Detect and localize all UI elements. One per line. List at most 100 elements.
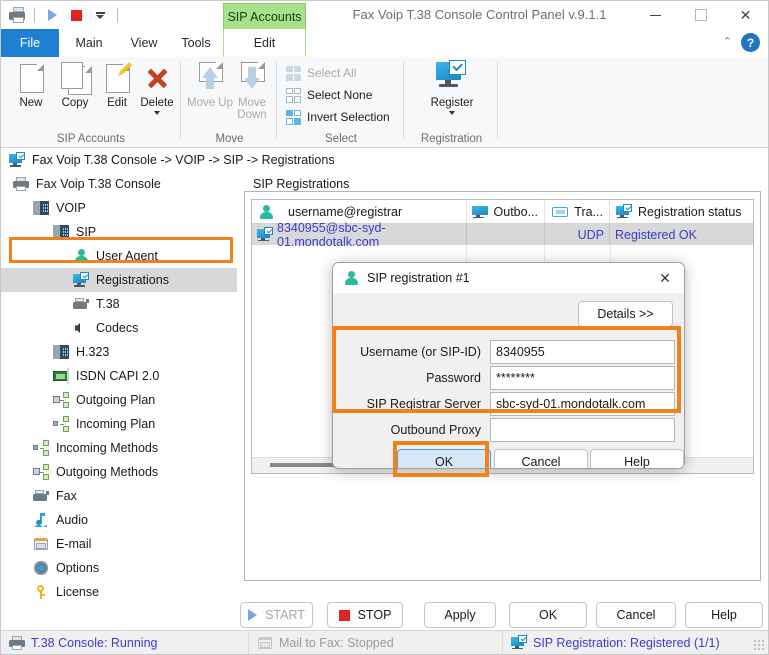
customize-icon[interactable]: [90, 5, 110, 25]
sip-registrations-title: SIP Registrations: [249, 177, 354, 191]
tree-item-isdn-capi[interactable]: ISDN CAPI 2.0: [1, 364, 237, 388]
tab-edit[interactable]: Edit: [223, 29, 306, 57]
tab-view[interactable]: View: [119, 29, 169, 57]
collapse-ribbon-icon[interactable]: ⌃: [723, 35, 732, 48]
field-row-username: Username (or SIP-ID) 8340955: [343, 339, 675, 365]
breadcrumb-text: Fax Voip T.38 Console -> VOIP -> SIP -> …: [32, 153, 335, 167]
delete-x-icon: [141, 62, 173, 94]
delete-dropdown-caret[interactable]: [154, 111, 160, 115]
tree-item-voip[interactable]: VOIP: [1, 196, 237, 220]
phone-icon: [33, 200, 49, 216]
copy-icon: [59, 62, 92, 95]
table-row[interactable]: 8340955@sbc-syd-01.mondotalk.com UDP Reg…: [252, 221, 753, 249]
register-monitor-icon: [436, 60, 468, 94]
register-dropdown-caret[interactable]: [449, 111, 455, 115]
user-icon: [258, 204, 274, 220]
ribbon-move-up-button[interactable]: Move Up: [186, 62, 234, 126]
select-all-icon: [286, 65, 301, 81]
tab-file[interactable]: File: [1, 29, 59, 57]
details-button[interactable]: Details >>: [578, 301, 673, 327]
tree-item-audio[interactable]: Audio: [1, 508, 237, 532]
ribbon-delete-button[interactable]: Delete: [131, 62, 183, 126]
password-field[interactable]: ********: [490, 366, 675, 390]
quick-access-toolbar: [7, 4, 121, 26]
tree-item-h323[interactable]: H.323: [1, 340, 237, 364]
column-header-registration-status[interactable]: Registration status: [610, 200, 753, 223]
ribbon-register-button[interactable]: Register: [423, 60, 481, 126]
tree-item-t38[interactable]: T.38: [1, 292, 237, 316]
resize-grip[interactable]: [753, 639, 765, 651]
outbound-proxy-label: Outbound Proxy: [390, 423, 481, 437]
printer-icon: [13, 176, 29, 192]
dialog-title: SIP registration #1: [367, 271, 470, 285]
arrow-down-icon: [236, 62, 268, 94]
phone-icon: [53, 344, 69, 360]
contextual-tab-group-sip-accounts[interactable]: SIP Accounts: [223, 3, 306, 30]
stop-icon[interactable]: [66, 5, 86, 25]
dialog-title-bar: SIP registration #1 ✕: [333, 263, 684, 293]
application-window: SIP Accounts Fax Voip T.38 Console Contr…: [0, 0, 769, 655]
user-icon: [343, 270, 359, 286]
tree-item-incoming-methods[interactable]: Incoming Methods: [1, 436, 237, 460]
close-icon[interactable]: ✕: [723, 1, 768, 29]
cancel-button[interactable]: Cancel: [596, 602, 676, 628]
ribbon-tab-strip: File Main View Tools Edit: [1, 29, 768, 58]
start-icon[interactable]: [42, 5, 62, 25]
ribbon-invert-selection-button[interactable]: Invert Selection: [286, 107, 390, 127]
outbound-proxy-field[interactable]: [490, 418, 675, 442]
minimize-button[interactable]: [633, 1, 678, 29]
column-header-outbound-proxy[interactable]: Outbo...: [467, 200, 545, 223]
tree-item-codecs[interactable]: Codecs: [1, 316, 237, 340]
arrow-up-icon: [194, 62, 226, 94]
status-console: T.38 Console: Running: [1, 631, 249, 654]
tree-item-outgoing-methods[interactable]: Outgoing Methods: [1, 460, 237, 484]
ribbon-group-label-registration: Registration: [420, 133, 483, 145]
cell-registration-status: Registered OK: [615, 227, 697, 242]
dialog-close-icon[interactable]: ✕: [652, 266, 678, 290]
new-page-icon: [15, 62, 47, 94]
help-button[interactable]: Help: [685, 602, 763, 628]
tree-item-fax-voip-console[interactable]: Fax Voip T.38 Console: [1, 172, 237, 196]
start-button[interactable]: START: [240, 602, 313, 628]
ribbon-select-all-button[interactable]: Select All: [286, 63, 356, 83]
tree-item-fax[interactable]: Fax: [1, 484, 237, 508]
gear-icon: [33, 560, 49, 576]
dialog-cancel-button[interactable]: Cancel: [494, 449, 588, 468]
qat-divider: [34, 8, 35, 22]
registrar-server-field[interactable]: sbc-syd-01.mondotalk.com: [490, 392, 675, 416]
ribbon-copy-button[interactable]: Copy: [51, 62, 99, 126]
ribbon-new-button[interactable]: New: [7, 62, 55, 126]
ribbon-move-down-button[interactable]: Move Down: [228, 62, 276, 126]
status-bar: T.38 Console: Running Mail to Fax: Stopp…: [1, 630, 768, 654]
dialog-body: Details >> Username (or SIP-ID) 8340955 …: [333, 293, 684, 468]
tree-item-registrations[interactable]: Registrations: [1, 268, 237, 292]
key-icon: [33, 584, 49, 600]
printer-icon[interactable]: [7, 5, 27, 25]
bottom-button-bar: START STOP Apply OK Cancel Help: [1, 599, 768, 632]
tab-tools[interactable]: Tools: [169, 29, 223, 57]
apply-button[interactable]: Apply: [424, 602, 496, 628]
username-field[interactable]: 8340955: [490, 340, 675, 364]
field-row-registrar-server: SIP Registrar Server sbc-syd-01.mondotal…: [343, 391, 675, 417]
ok-button[interactable]: OK: [509, 602, 587, 628]
tree-item-email[interactable]: E-mail: [1, 532, 237, 556]
invert-selection-icon: [286, 109, 301, 125]
stop-button[interactable]: STOP: [327, 602, 403, 628]
status-mail-to-fax: Mail to Fax: Stopped: [249, 631, 503, 654]
status-sip-registration: SIP Registration: Registered (1/1): [503, 631, 768, 654]
help-icon[interactable]: ?: [741, 33, 760, 52]
tree-item-options[interactable]: Options: [1, 556, 237, 580]
monitor-check-icon: [9, 152, 25, 168]
tree-item-incoming-plan[interactable]: Incoming Plan: [1, 412, 237, 436]
ribbon-select-none-button[interactable]: Select None: [286, 85, 372, 105]
mail-icon: [33, 536, 49, 552]
tab-main[interactable]: Main: [59, 29, 119, 57]
password-label: Password: [426, 371, 481, 385]
dialog-ok-button[interactable]: OK: [397, 449, 491, 468]
monitor-check-icon: [616, 203, 632, 220]
dialog-help-button[interactable]: Help: [590, 449, 684, 468]
username-label: Username (or SIP-ID): [360, 345, 481, 359]
tree-item-outgoing-plan[interactable]: Outgoing Plan: [1, 388, 237, 412]
maximize-button[interactable]: [678, 1, 723, 29]
column-header-transport[interactable]: Tra...: [545, 200, 610, 223]
